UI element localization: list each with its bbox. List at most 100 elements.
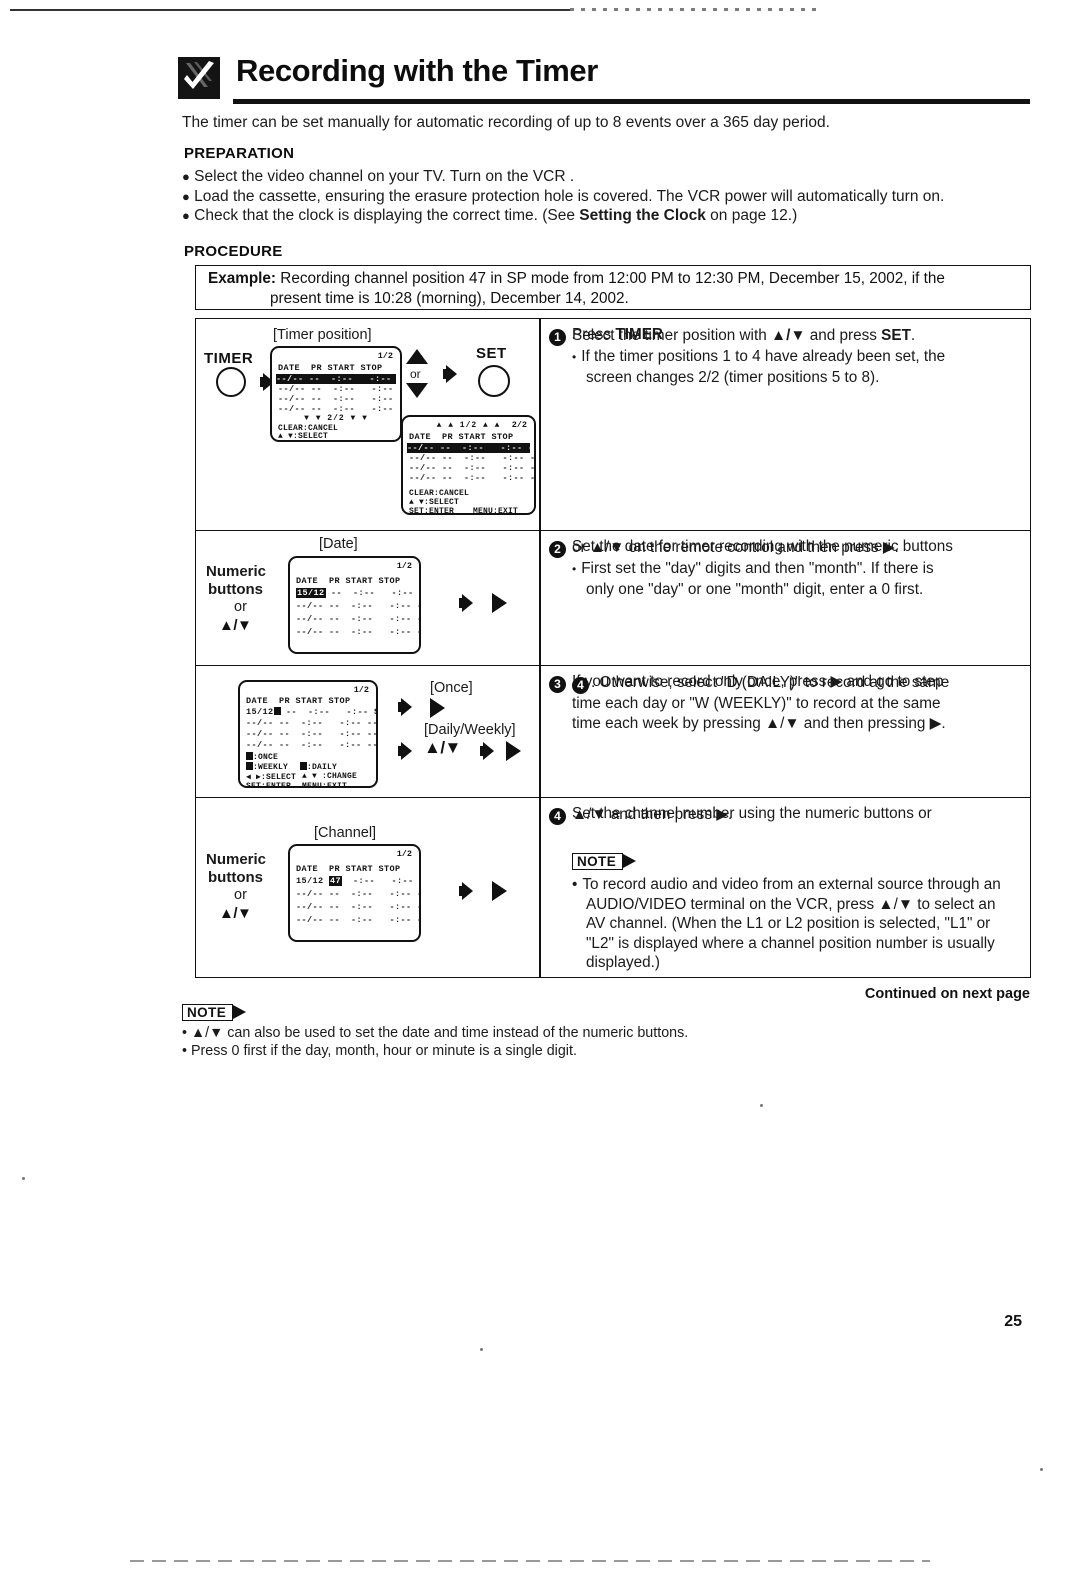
osd-column-headers: DATE PR START STOP [409,432,514,442]
step-4-text: 4 Set the channel number using the numeri… [541,798,1030,977]
step-3-line-3: time each day or "W (WEEKLY)" to record … [572,695,941,713]
step-2-sub-line-1: First set the "day" digits and then "mon… [581,560,934,577]
osd-row: --/-- -- -:-- -:-- -- [409,473,536,483]
example-label: Example: [208,270,277,287]
osd-column-headers: DATE PR START STOP [246,696,351,706]
step-1-diagram: [Timer position] TIMER 1/2 DATE PR START… [196,319,539,530]
step-4-note-body: • To record audio and video from an exter… [572,875,1024,973]
osd-option-once: :ONCE [246,752,278,762]
right-arrow-button-icon [430,698,445,718]
down-arrow-icon [406,383,428,398]
preparation-heading: PREPARATION [184,145,295,162]
step-2-sub-line-2: only one "day" or one "month" digit, ent… [586,580,924,598]
note-line-4: "L2" is displayed where a channel positi… [586,934,995,952]
osd-row: --/-- -- -:-- -:-- -- [409,453,536,463]
osd-date-field-highlighted: 15/12 [296,588,326,598]
procedure-step-row-3: 1/2 DATE PR START STOP 15/12 -- -:-- -:-… [196,666,1030,798]
osd-footer-enter: SET:ENTER [246,782,292,788]
example-box: Example: Recording channel position 47 i… [195,265,1031,310]
numeric-buttons-label-line1: Numeric [206,563,267,580]
osd-row: --/-- -- -:-- -:-- -- [296,627,421,637]
osd-option-weekly: :WEEKLY [246,762,288,772]
numeric-buttons-label-line2: buttons [208,869,263,886]
bullet-text: Load the cassette, ensuring the erasure … [194,187,945,205]
osd-row1-rest: -- -:-- -:-- SP [325,588,421,598]
step-3-content: 3 If you want to record only once, press … [549,672,1025,734]
scan-artifact-top-line [10,9,570,11]
step-reference-badge: 4 [572,677,589,695]
osd-prev-page-marker: ▲ ▲ 1/2 ▲ ▲ [436,421,501,430]
osd-next-page-marker: ▼ ▼ 2/2 ▼ ▼ [304,414,368,423]
osd-row-highlighted: --/-- -- -:-- -:-- -- [407,443,536,453]
osd-screen-timer-list-2: 2/2 ▲ ▲ 1/2 ▲ ▲ DATE PR START STOP --/--… [401,415,536,515]
diagram-caption-daily-weekly: [Daily/Weekly] [424,722,516,738]
or-label: or [234,887,247,903]
step-1-content: 1 Press TIMER Select the timer position w… [549,325,1025,387]
bottom-note-line-2: Press 0 first if the day, month, hour or… [191,1043,577,1059]
osd-footer-select: ◀ ▶:SELECT [246,773,297,782]
procedure-heading: PROCEDURE [184,243,283,260]
note-arrow-icon [233,1005,247,1019]
osd-screen-date: 1/2 DATE PR START STOP 15/12 -- -:-- -:-… [288,556,421,654]
step-3-diagram: 1/2 DATE PR START STOP 15/12 -- -:-- -:-… [196,666,539,797]
osd-marker-block [300,762,307,770]
scan-speck [480,1348,483,1351]
step-2-text: 2 Set the date for timer recording with t… [541,531,1030,665]
step-4-note-flag: NOTE [572,853,637,871]
bullet-text-pre: Check that the clock is displaying the c… [194,207,580,224]
scan-artifact-top-dots [570,8,820,11]
bottom-note-bullet: • Press 0 first if the day, month, hour … [182,1043,577,1059]
note-flag: NOTE [572,853,637,870]
numeric-buttons-label-line1: Numeric [206,851,267,868]
step-1-line2-bold: SET [881,327,911,345]
or-label: or [234,599,247,615]
set-button-label: SET [476,345,507,362]
preparation-bullets: ● Select the video channel on your TV. T… [182,167,1038,226]
osd-column-headers: DATE PR START STOP [296,576,401,586]
note-label: NOTE [182,1004,234,1021]
diagram-caption-channel: [Channel] [314,825,377,841]
osd-footer-change: ▲ ▼ :CHANGE [302,772,358,781]
up-arrow-icon [406,349,428,364]
osd-footer-exit: MENU:EXIT [302,782,348,788]
bottom-note-bullet: • ▲/▼ can also be used to set the date a… [182,1025,689,1041]
timer-button-label: TIMER [204,350,254,367]
step-1-line2-pre: Select the timer position with [572,327,771,345]
osd-screen-channel: 1/2 DATE PR START STOP 15/12 47 -:-- -:-… [288,844,421,942]
osd-marker-block [246,762,253,770]
diagram-caption-date: [Date] [319,536,358,552]
osd-pr-field-highlighted: 47 [329,876,343,886]
step-2-subbullet: • First set the "day" digits and then "mo… [572,559,1025,599]
scan-speck [760,1104,763,1107]
osd-date-value: 15/12 [296,876,324,886]
osd-row: --/-- -- -:-- -:-- -- [246,729,378,739]
osd-row: --/-- -- -:-- -:-- -- [409,463,536,473]
osd-date-value: 15/12 [246,707,274,717]
osd-row: --/-- -- -:-- -:-- -- [278,384,402,394]
note-line-1: To record audio and video from an extern… [582,876,1001,893]
note-arrow-icon [623,854,637,868]
osd-option-weekly-label: :WEEKLY [253,763,289,772]
step-4-content: 4 Set the channel number using the numeri… [549,804,1025,825]
step-1-line2-mid: and press [805,327,882,345]
osd-page-indicator: 1/2 [396,849,412,859]
osd-row: --/-- -- -:-- -:-- -- [278,394,402,404]
osd-row1-rest: -:-- -:-- SP [353,876,414,886]
note-flag: NOTE [182,1004,247,1021]
osd-row: --/-- -- -:-- -:-- -- [246,740,378,750]
flow-arrow-icon [443,365,457,383]
step-4-diagram: [Channel] Numeric buttons or ▲/▼ 1/2 DAT… [196,798,539,977]
set-button[interactable] [478,365,510,397]
osd-option-daily-label: :DAILY [307,763,338,772]
timer-button[interactable] [216,367,246,397]
osd-footer-enter: SET:ENTER [278,440,323,442]
step-number-badge: 4 [549,808,566,825]
osd-screen-once-daily-weekly: 1/2 DATE PR START STOP 15/12 -- -:-- -:-… [238,680,378,788]
note-line-2: AUDIO/VIDEO terminal on the VCR, press ▲… [586,895,996,913]
osd-row: --/-- -- -:-- -:-- -- [296,614,421,624]
osd-page-indicator: 1/2 [396,561,412,571]
step-2-diagram: [Date] Numeric buttons or ▲/▼ 1/2 DATE P… [196,531,539,665]
osd-option-daily: :DAILY [300,762,337,772]
flow-arrow-icon [480,742,494,760]
note-label: NOTE [572,853,624,870]
